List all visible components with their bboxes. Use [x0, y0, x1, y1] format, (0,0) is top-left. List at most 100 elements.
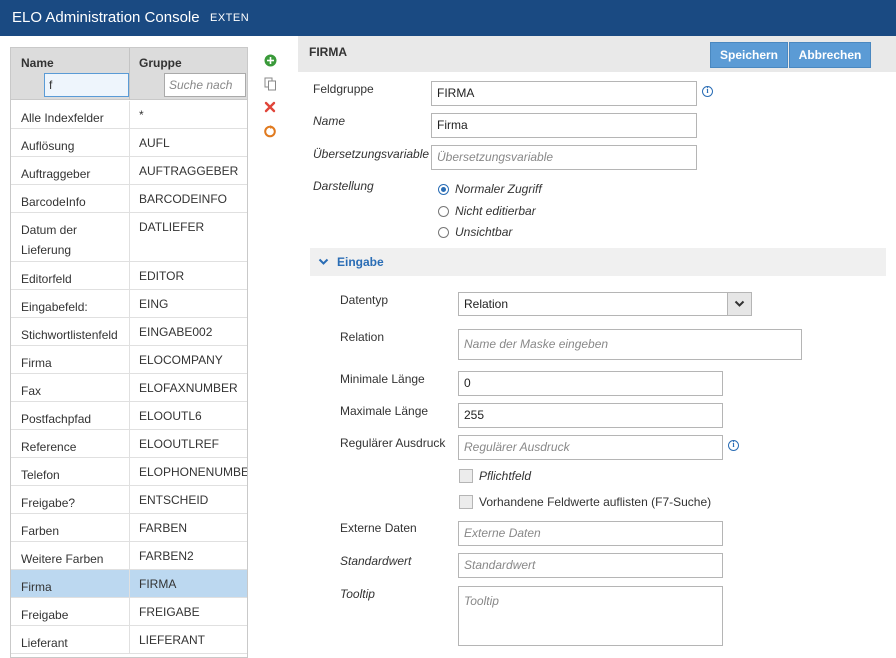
column-divider — [129, 374, 130, 401]
default-value-label: Standardwert — [340, 554, 412, 568]
checkbox-label: Vorhandene Feldwerte auflisten (F7-Suche… — [479, 495, 712, 509]
table-row[interactable]: Reference ELOOUTLREF — [11, 430, 247, 458]
column-divider — [129, 318, 130, 345]
row-group: ELOCOMPANY — [139, 353, 223, 367]
row-name: Auflösung — [21, 139, 75, 153]
delete-icon[interactable] — [262, 99, 278, 115]
radio-dot — [438, 183, 449, 195]
info-icon[interactable]: i — [702, 86, 713, 97]
column-divider — [129, 458, 130, 485]
table-row[interactable]: Auflösung AUFL — [11, 129, 247, 157]
row-group: EING — [139, 297, 169, 311]
row-group: FIRMA — [139, 577, 177, 591]
radio-normal-access[interactable]: Normaler Zugriff — [438, 182, 542, 196]
radio-invisible[interactable]: Unsichtbar — [438, 225, 512, 239]
radio-label: Normaler Zugriff — [455, 182, 542, 196]
feldgruppe-input[interactable]: FIRMA — [431, 81, 697, 106]
row-group: ELOPHONENUMBER — [139, 465, 248, 479]
row-group: DATLIEFER — [139, 220, 205, 234]
column-divider — [129, 48, 130, 100]
row-name: Auftraggeber — [21, 167, 91, 181]
row-name: Farben — [21, 524, 60, 538]
form-header: FIRMA Speichern Abbrechen — [298, 36, 896, 72]
table-row[interactable]: Fax ELOFAXNUMBER — [11, 374, 247, 402]
group-filter-input[interactable]: Suche nach — [164, 73, 246, 97]
radio-dot — [438, 205, 449, 217]
refresh-icon[interactable] — [262, 123, 278, 139]
field-list: Name Gruppe f Suche nach Alle Indexfelde… — [10, 47, 248, 658]
copy-icon[interactable] — [262, 76, 278, 92]
column-header-group[interactable]: Gruppe — [139, 56, 182, 70]
row-name: Alle Indexfelder — [21, 111, 104, 125]
maxlen-input[interactable]: 255 — [458, 403, 723, 428]
row-group: FREIGABE — [139, 605, 200, 619]
checkbox-box — [459, 469, 473, 483]
table-row[interactable]: Editorfeld EDITOR — [11, 262, 247, 290]
row-group: AUFL — [139, 136, 170, 150]
regex-input[interactable]: Regulärer Ausdruck — [458, 435, 723, 460]
minlen-input[interactable]: 0 — [458, 371, 723, 396]
feldgruppe-label: Feldgruppe — [313, 82, 374, 96]
table-row[interactable]: Auftraggeber AUFTRAGGEBER — [11, 157, 247, 185]
regex-label: Regulärer Ausdruck — [340, 436, 446, 450]
maxlen-label: Maximale Länge — [340, 404, 429, 418]
column-divider — [129, 290, 130, 317]
table-row[interactable]: Alle Indexfelder * — [11, 101, 247, 129]
list-header: Name Gruppe f Suche nach — [11, 48, 247, 100]
row-group: ELOOUTLREF — [139, 437, 220, 451]
table-row[interactable]: Firma FIRMA — [11, 570, 247, 598]
cancel-button[interactable]: Abbrechen — [789, 42, 871, 68]
external-data-input[interactable]: Externe Daten — [458, 521, 723, 546]
radio-not-editable[interactable]: Nicht editierbar — [438, 204, 536, 218]
row-group: EDITOR — [139, 269, 185, 283]
column-divider — [129, 185, 130, 212]
relation-input[interactable]: Name der Maske eingeben — [458, 329, 802, 360]
eingabe-section-header[interactable]: Eingabe — [310, 248, 886, 276]
table-row[interactable]: BarcodeInfo BARCODEINFO — [11, 185, 247, 213]
tooltip-textarea[interactable]: Tooltip — [458, 586, 723, 646]
row-name: Reference — [21, 440, 77, 454]
table-row[interactable]: Lieferant LIEFERANT — [11, 626, 247, 654]
required-checkbox[interactable]: Pflichtfeld — [459, 469, 531, 483]
row-group: ENTSCHEID — [139, 493, 209, 507]
table-row[interactable]: Telefon ELOPHONENUMBER — [11, 458, 248, 486]
table-row[interactable]: Firma ELOCOMPANY — [11, 346, 247, 374]
translation-input[interactable]: Übersetzungsvariable — [431, 145, 697, 170]
row-group: * — [139, 108, 144, 122]
save-button[interactable]: Speichern — [710, 42, 788, 68]
row-name: Firma — [21, 356, 52, 370]
table-row[interactable]: Datum der Lieferung DATLIEFER — [11, 213, 247, 262]
info-icon[interactable]: i — [728, 440, 739, 451]
row-group: FARBEN — [139, 521, 188, 535]
datatype-label: Datentyp — [340, 293, 389, 307]
table-row[interactable]: Eingabefeld: EING — [11, 290, 247, 318]
table-row[interactable]: Farben FARBEN — [11, 514, 247, 542]
column-divider — [129, 598, 130, 625]
table-row[interactable]: Weitere Farben FARBEN2 — [11, 542, 247, 570]
table-row[interactable]: Postfachpfad ELOOUTL6 — [11, 402, 247, 430]
table-row[interactable]: Freigabe FREIGABE — [11, 598, 247, 626]
row-name: Editorfeld — [21, 272, 72, 286]
name-filter-input[interactable]: f — [44, 73, 129, 97]
row-name: Telefon — [21, 468, 60, 482]
chevron-down-icon[interactable] — [727, 293, 751, 315]
default-value-input[interactable]: Standardwert — [458, 553, 723, 578]
column-header-name[interactable]: Name — [21, 56, 54, 70]
table-row[interactable]: Stichwortlistenfeld EINGABE002 — [11, 318, 247, 346]
row-name: Datum der Lieferung — [21, 223, 78, 257]
radio-label: Unsichtbar — [455, 225, 513, 239]
name-input[interactable]: Firma — [431, 113, 697, 138]
add-icon[interactable] — [262, 52, 278, 68]
list-existing-values-checkbox[interactable]: Vorhandene Feldwerte auflisten (F7-Suche… — [459, 495, 711, 509]
row-name: Stichwortlistenfeld — [21, 328, 118, 342]
list-rows: Alle Indexfelder * Auflösung AUFL Auftraggeb… — [11, 101, 248, 654]
column-divider — [129, 514, 130, 541]
column-divider — [129, 213, 130, 261]
datatype-value: Relation — [464, 297, 509, 311]
datatype-select[interactable]: Relation — [458, 292, 752, 316]
column-divider — [129, 570, 130, 597]
column-divider — [129, 486, 130, 513]
section-title: Eingabe — [337, 255, 384, 269]
table-row[interactable]: Freigabe? ENTSCHEID — [11, 486, 247, 514]
row-name: Fax — [21, 384, 42, 398]
